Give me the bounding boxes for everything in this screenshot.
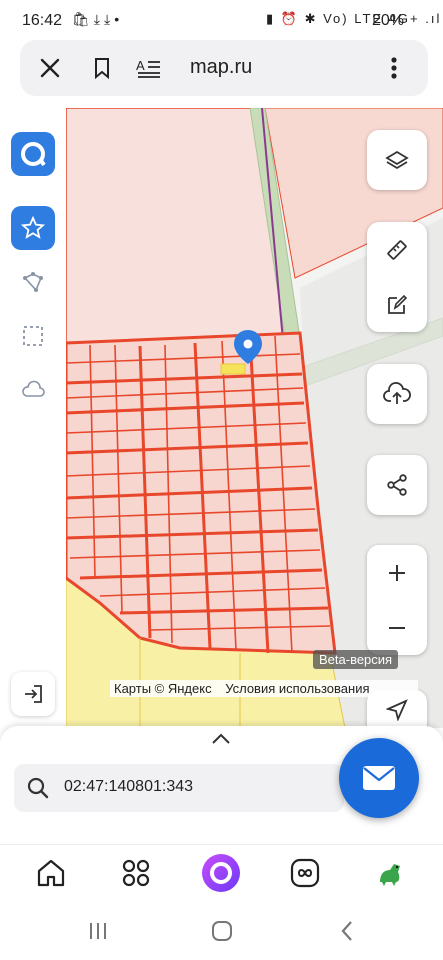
tools-control — [367, 222, 427, 332]
search-input[interactable]: 02:47:140801:343 — [64, 778, 193, 796]
polygon-icon[interactable] — [11, 260, 55, 304]
close-icon[interactable] — [36, 54, 64, 82]
recent-apps-icon[interactable] — [83, 918, 113, 944]
home-icon[interactable] — [33, 855, 69, 891]
battery-level: 20% — [372, 12, 405, 29]
layers-icon[interactable] — [377, 140, 417, 180]
beta-badge: Beta-версия — [313, 650, 399, 669]
home-circle-icon[interactable] — [207, 918, 237, 944]
apps-icon[interactable] — [118, 855, 154, 891]
status-time: 16:42 — [22, 12, 63, 29]
notification-icons: 🛍⤓⤓• — [72, 11, 123, 28]
download-icon: ⤓ — [93, 11, 104, 27]
browser-bottom-nav — [0, 844, 443, 901]
star-icon[interactable] — [11, 206, 55, 250]
selection-icon[interactable] — [11, 314, 55, 358]
share-icon[interactable] — [377, 465, 417, 505]
zoom-in-icon[interactable] — [377, 553, 417, 593]
reader-mode-icon[interactable]: A — [135, 54, 163, 82]
upload-icon[interactable] — [377, 374, 417, 414]
dot-icon: • — [114, 11, 124, 27]
status-right-icons: ▮ ⏰ ✱ Vo) LTE 4G+ .ıl — [266, 11, 442, 26]
login-icon[interactable] — [11, 672, 55, 716]
chevron-up-icon[interactable] — [210, 732, 232, 751]
back-icon[interactable] — [332, 918, 362, 944]
bookmark-icon[interactable] — [88, 54, 116, 82]
upload-control — [367, 364, 427, 424]
zoom-control — [367, 545, 427, 655]
infinity-icon[interactable] — [287, 855, 323, 891]
zoom-out-icon[interactable] — [377, 608, 417, 648]
share-control — [367, 455, 427, 515]
attribution-text[interactable]: Карты © Яндекс — [114, 681, 212, 696]
ruler-icon[interactable] — [377, 230, 417, 270]
left-toolbar — [0, 108, 66, 728]
terms-link[interactable]: Условия использования — [225, 681, 369, 696]
alice-icon[interactable] — [201, 853, 241, 893]
status-bar: 16:42 🛍⤓⤓• ▮ ⏰ ✱ Vo) LTE 4G+ .ıl 20% — [0, 0, 443, 40]
search-field[interactable]: 02:47:140801:343 — [14, 764, 344, 812]
search-icon — [26, 776, 50, 805]
mail-button[interactable] — [339, 738, 419, 818]
url-text[interactable]: map.ru — [190, 56, 252, 79]
logo-icon[interactable] — [11, 132, 55, 176]
map-attribution: Карты © Яндекс Условия использования — [110, 680, 418, 697]
browser-toolbar: A map.ru — [20, 40, 428, 96]
mail-icon — [363, 766, 395, 790]
edit-icon[interactable] — [377, 285, 417, 325]
more-vertical-icon[interactable] — [380, 54, 408, 82]
cloud-icon[interactable] — [11, 368, 55, 412]
download-icon: ⤓ — [103, 11, 115, 27]
system-nav — [0, 900, 443, 960]
layers-control — [367, 130, 427, 190]
dino-icon[interactable] — [372, 855, 408, 891]
svg-text:A: A — [136, 58, 145, 73]
bag-icon: 🛍 — [72, 11, 94, 27]
